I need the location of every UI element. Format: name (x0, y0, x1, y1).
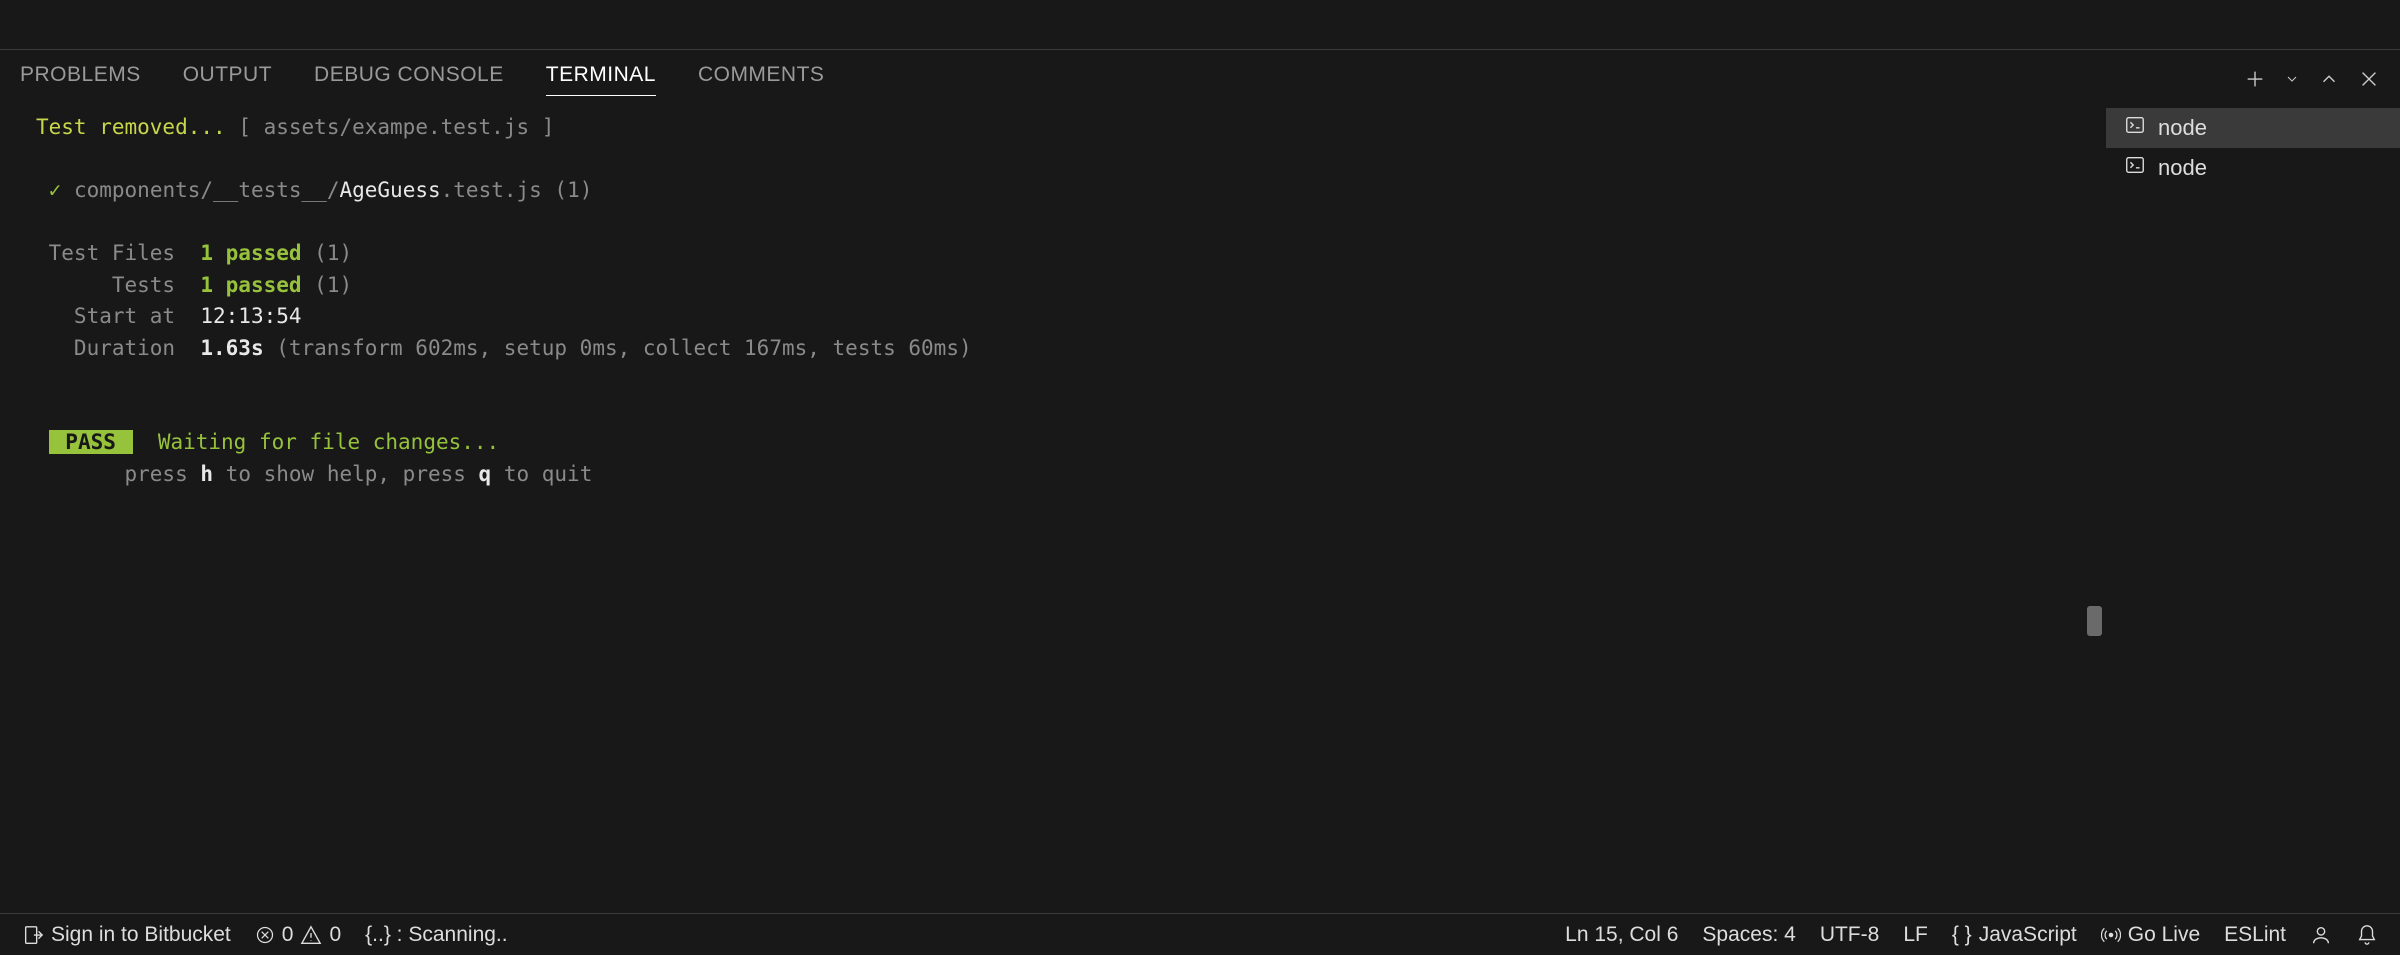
panel-body: Test removed... [ assets/exampe.test.js … (0, 108, 2400, 913)
tab-comments[interactable]: COMMENTS (698, 63, 825, 95)
statusbar-right: Ln 15, Col 6 Spaces: 4 UTF-8 LF { } Java… (1553, 914, 2390, 955)
go-live-button[interactable]: Go Live (2089, 914, 2212, 955)
problems-indicator[interactable]: 0 0 (243, 914, 353, 955)
check-icon: ✓ (49, 178, 62, 202)
indentation-indicator[interactable]: Spaces: 4 (1690, 914, 1807, 955)
cursor-position[interactable]: Ln 15, Col 6 (1553, 914, 1690, 955)
summary-testfiles-value: 1 passed (200, 241, 301, 265)
summary-duration-detail: (transform 602ms, setup 0ms, collect 167… (264, 336, 972, 360)
summary-duration-label: Duration (36, 336, 200, 360)
terminal-instance-label: node (2158, 155, 2207, 181)
help-text-2: to show help, press (213, 462, 479, 486)
statusbar: Sign in to Bitbucket 0 0 {..} : Scanning… (0, 913, 2400, 955)
notifications-button[interactable] (2344, 914, 2390, 955)
scanning-label: {..} : Scanning.. (365, 923, 507, 947)
warning-count: 0 (329, 923, 341, 947)
broadcast-icon (2101, 925, 2121, 945)
bell-icon (2356, 924, 2378, 946)
panel-tabbar: PROBLEMS OUTPUT DEBUG CONSOLE TERMINAL C… (0, 50, 2400, 108)
terminal-instance-2[interactable]: node (2106, 148, 2400, 188)
terminal-icon (2124, 114, 2146, 142)
summary-testfiles-label: Test Files (36, 241, 200, 265)
test-removed-label: Test removed... (36, 115, 226, 139)
chevron-up-icon[interactable] (2318, 68, 2340, 90)
feedback-button[interactable] (2298, 914, 2344, 955)
help-key-h: h (200, 462, 213, 486)
tab-output[interactable]: OUTPUT (183, 63, 272, 95)
summary-testfiles-count: (1) (302, 241, 353, 265)
person-icon (2310, 924, 2332, 946)
bottom-panel: PROBLEMS OUTPUT DEBUG CONSOLE TERMINAL C… (0, 50, 2400, 913)
panel-actions (2244, 68, 2380, 90)
error-icon (255, 925, 275, 945)
tab-debug-console[interactable]: DEBUG CONSOLE (314, 63, 504, 95)
waiting-label: Waiting for file changes... (158, 430, 499, 454)
test-file-suffix: .test.js (1) (441, 178, 593, 202)
help-key-q: q (479, 462, 492, 486)
eslint-indicator[interactable]: ESLint (2212, 914, 2298, 955)
help-text-1: press (36, 462, 200, 486)
signin-bitbucket-button[interactable]: Sign in to Bitbucket (10, 914, 243, 955)
pass-badge: PASS (49, 430, 133, 454)
summary-start-label: Start at (36, 304, 200, 328)
error-count: 0 (282, 923, 294, 947)
summary-tests-count: (1) (302, 273, 353, 297)
language-label: JavaScript (1979, 923, 2077, 947)
new-terminal-icon[interactable] (2244, 68, 2266, 90)
test-file-name: AgeGuess (339, 178, 440, 202)
titlebar (0, 0, 2400, 50)
tab-terminal[interactable]: TERMINAL (546, 63, 656, 96)
scrollbar-thumb[interactable] (2087, 606, 2102, 636)
summary-duration-value: 1.63s (200, 336, 263, 360)
terminal-instance-label: node (2158, 115, 2207, 141)
go-live-label: Go Live (2128, 923, 2200, 947)
terminal-icon (2124, 154, 2146, 182)
summary-start-value: 12:13:54 (200, 304, 301, 328)
language-indicator[interactable]: { } JavaScript (1940, 914, 2089, 955)
tab-problems[interactable]: PROBLEMS (20, 63, 141, 95)
encoding-indicator[interactable]: UTF-8 (1808, 914, 1892, 955)
terminal-output[interactable]: Test removed... [ assets/exampe.test.js … (0, 108, 2106, 913)
test-file-prefix: components/__tests__/ (74, 178, 340, 202)
summary-tests-value: 1 passed (200, 273, 301, 297)
scanning-indicator[interactable]: {..} : Scanning.. (353, 914, 519, 955)
removed-path: [ assets/exampe.test.js ] (238, 115, 554, 139)
terminal-instance-1[interactable]: node (2106, 108, 2400, 148)
braces-icon: { } (1952, 923, 1972, 947)
close-icon[interactable] (2358, 68, 2380, 90)
warning-icon (300, 924, 322, 946)
help-text-3: to quit (491, 462, 592, 486)
chevron-down-icon[interactable] (2284, 71, 2300, 87)
terminal-list: node node (2106, 108, 2400, 913)
summary-tests-label: Tests (36, 273, 200, 297)
eol-indicator[interactable]: LF (1891, 914, 1940, 955)
signin-label: Sign in to Bitbucket (51, 923, 231, 947)
